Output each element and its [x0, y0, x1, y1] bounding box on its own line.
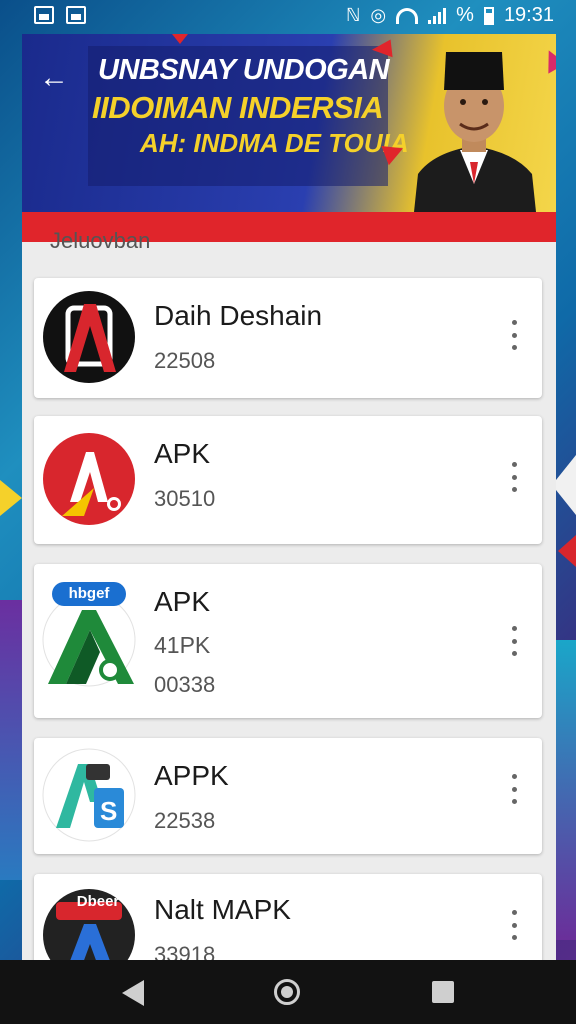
app-title: Nalt MAPK — [154, 894, 291, 925]
more-options-icon[interactable] — [504, 320, 524, 350]
svg-text:S: S — [100, 796, 117, 826]
app-subtitle: 33918 — [154, 942, 216, 960]
signal-icon — [428, 7, 447, 24]
list-item[interactable]: APK 30510 — [34, 416, 542, 544]
battery-percent-label: % — [456, 4, 474, 26]
wifi-icon — [396, 7, 419, 24]
app-title: APPK — [154, 760, 229, 791]
system-navigation-bar — [0, 960, 576, 1024]
app-panel: UNBSNAY UNDOGAN IIDOIMAN INDERSIA AH: IN… — [22, 34, 556, 960]
list-item[interactable]: Dbeer Nalt MAPK 33918 — [34, 874, 542, 960]
list-item[interactable]: S APPK 22538 — [34, 738, 542, 854]
banner-tagline: AH: INDMA DE TOUIA — [140, 128, 409, 158]
app-title: Daih Deshain — [154, 300, 323, 331]
banner-headline: UNBSNAY UNDOGAN — [98, 54, 390, 86]
image-icon — [66, 6, 86, 24]
list-item[interactable]: Daih Deshain 22508 — [34, 278, 542, 398]
app-subtitle: 41PK — [154, 632, 211, 658]
back-button[interactable]: ← — [34, 58, 74, 98]
decorative-triangle — [558, 535, 576, 567]
decorative-stripe — [554, 640, 576, 940]
app-title: APK — [154, 438, 211, 469]
app-icon — [43, 291, 135, 383]
nfc-icon: ℕ — [346, 5, 361, 25]
arrow-left-icon: ← — [39, 61, 69, 94]
app-subtitle: 22508 — [154, 348, 216, 373]
status-bar: ℕ ◎ % 19:31 — [0, 0, 576, 34]
decorative-triangle — [0, 480, 22, 516]
app-icon-badge: Dbeer — [76, 893, 120, 910]
image-icon — [34, 6, 54, 24]
more-options-icon[interactable] — [504, 626, 524, 656]
banner-subheadline: IIDOIMAN INDERSIA — [92, 90, 384, 125]
nav-recent-apps-icon[interactable] — [432, 981, 454, 1003]
nav-home-icon[interactable] — [274, 979, 300, 1005]
clock: 19:31 — [503, 4, 554, 26]
app-icon-badge: hbgef — [52, 582, 126, 606]
decorative-stripe — [0, 600, 22, 880]
banner-portrait — [414, 52, 536, 212]
app-icon — [43, 433, 135, 525]
more-options-icon[interactable] — [504, 774, 524, 804]
app-subtitle: 22538 — [154, 808, 216, 833]
app-subtitle: 30510 — [154, 486, 216, 511]
app-subtitle: 00338 — [154, 672, 216, 697]
data-saver-icon: ◎ — [370, 5, 387, 25]
more-options-icon[interactable] — [504, 462, 524, 492]
battery-icon — [483, 6, 494, 25]
app-icon: S — [42, 748, 136, 842]
list-item[interactable]: hbgef APK 41PK 00338 — [34, 564, 542, 718]
app-title: APK — [154, 586, 211, 617]
promo-banner: UNBSNAY UNDOGAN IIDOIMAN INDERSIA AH: IN… — [22, 34, 556, 212]
more-options-icon[interactable] — [504, 910, 524, 940]
nav-back-icon[interactable] — [122, 980, 144, 1006]
section-heading: Jeluovban — [50, 228, 151, 253]
confetti-decoration — [172, 34, 188, 44]
